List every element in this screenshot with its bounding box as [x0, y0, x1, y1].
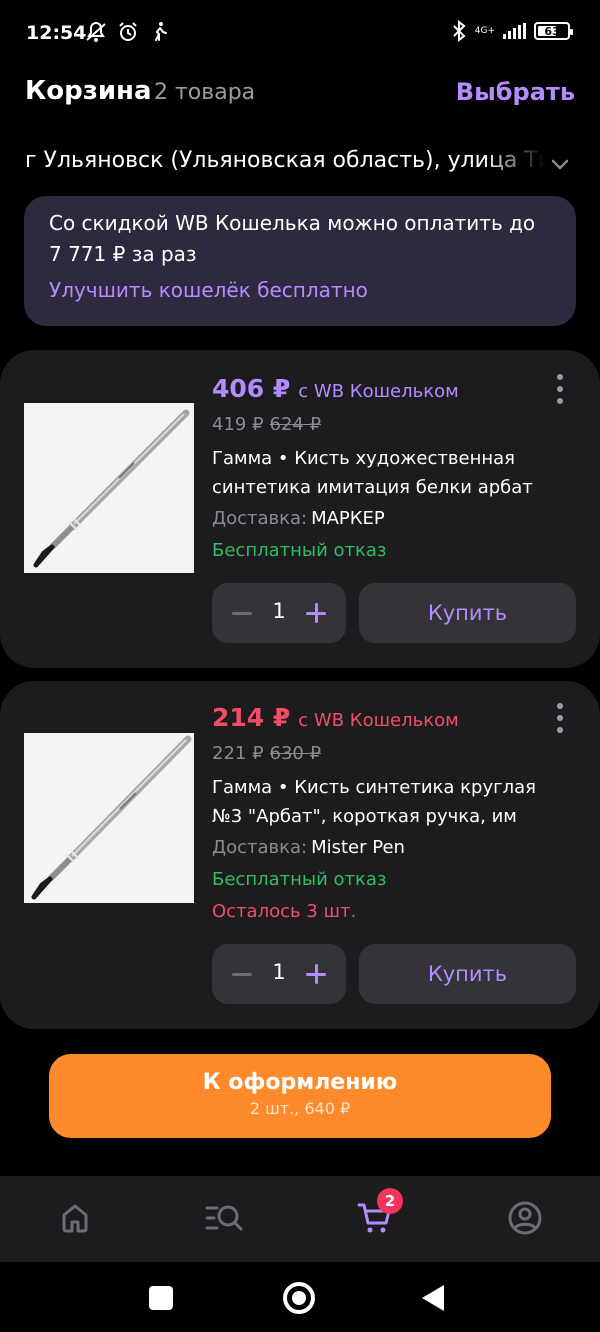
seller-name: МАРКЕР [311, 508, 385, 529]
current-price: 221 ₽ [212, 743, 264, 764]
recent-apps-button[interactable] [149, 1286, 173, 1310]
bottom-tab-bar: 2 [0, 1176, 600, 1262]
checkout-label: К оформлению [202, 1070, 398, 1095]
battery-icon: 63 [534, 22, 573, 40]
paintbrush-image [24, 403, 194, 573]
notifications-off-icon [86, 21, 106, 42]
cart-header: Корзина 2 товара Выбрать [0, 68, 600, 128]
status-icons [84, 20, 172, 44]
increase-button[interactable] [306, 603, 326, 623]
cart-item: 214 ₽ с WB Кошельком 221 ₽630 ₽ Гамма • … [0, 681, 600, 1029]
product-image[interactable] [24, 733, 194, 903]
checkout-button[interactable]: К оформлению 2 шт., 640 ₽ [49, 1054, 551, 1138]
back-button[interactable] [422, 1285, 444, 1311]
checkout-summary: 2 шт., 640 ₽ [249, 1099, 351, 1118]
delivery-label: Доставка: [212, 508, 308, 529]
cart-item: 406 ₽ с WB Кошельком 419 ₽624 ₽ Гамма • … [0, 350, 600, 668]
profile-icon [508, 1201, 542, 1235]
buy-button[interactable]: Купить [359, 583, 576, 643]
catalog-search-icon [205, 1205, 243, 1231]
price-details: 419 ₽624 ₽ [212, 414, 580, 440]
product-image[interactable] [24, 403, 194, 573]
more-options-icon[interactable] [556, 703, 564, 733]
price-row: 406 ₽ с WB Кошельком [212, 374, 580, 410]
old-price: 630 ₽ [269, 743, 322, 764]
select-button[interactable]: Выбрать [456, 78, 575, 106]
alarm-icon [119, 22, 137, 41]
product-title[interactable]: Гамма • Кисть синтетика круглая №3 "Арба… [212, 773, 562, 831]
quantity-stepper: 1 [212, 583, 346, 643]
item-info: 214 ₽ с WB Кошельком 221 ₽630 ₽ Гамма • … [212, 703, 580, 927]
current-price: 419 ₽ [212, 414, 264, 435]
wallet-label: с WB Кошельком [298, 381, 459, 402]
wallet-label: с WB Кошельком [298, 710, 459, 731]
status-bar: 12:54 4G+ 63 [0, 0, 600, 68]
home-button[interactable] [283, 1282, 315, 1314]
buy-button[interactable]: Купить [359, 944, 576, 1004]
delivery-info: Доставка: Mister Pen [212, 837, 580, 863]
wallet-price: 406 ₽ [212, 374, 291, 403]
walking-icon [155, 22, 167, 41]
more-options-icon[interactable] [556, 374, 564, 404]
paintbrush-image [24, 733, 194, 903]
delivery-info: Доставка: МАРКЕР [212, 508, 580, 534]
free-return-label: Бесплатный отказ [212, 540, 387, 561]
items-count: 2 товара [154, 80, 256, 105]
tab-home[interactable] [55, 1198, 95, 1238]
network-label: 4G+ [474, 25, 495, 36]
free-return-label: Бесплатный отказ [212, 869, 387, 890]
seller-name: Mister Pen [311, 837, 405, 858]
product-title[interactable]: Гамма • Кисть художественная синтетика и… [212, 444, 562, 502]
system-navigation-bar [0, 1262, 600, 1332]
decrease-button[interactable] [232, 612, 252, 615]
quantity-value: 1 [272, 599, 286, 623]
tab-profile[interactable] [505, 1198, 545, 1238]
wallet-price: 214 ₽ [212, 703, 291, 732]
wallet-promo-banner[interactable]: Со скидкой WB Кошелька можно оплатить до… [24, 196, 576, 326]
delivery-label: Доставка: [212, 837, 308, 858]
promo-text: Со скидкой WB Кошелька можно оплатить до… [49, 211, 536, 266]
home-icon [62, 1204, 88, 1233]
increase-button[interactable] [306, 964, 326, 984]
cart-badge: 2 [377, 1188, 403, 1214]
quantity-stepper: 1 [212, 944, 346, 1004]
item-info: 406 ₽ с WB Кошельком 419 ₽624 ₽ Гамма • … [212, 374, 580, 566]
price-row: 214 ₽ с WB Кошельком [212, 703, 580, 739]
battery-level: 63 [544, 24, 560, 38]
chevron-down-icon [551, 159, 569, 170]
tab-cart[interactable]: 2 [355, 1188, 403, 1238]
signal-icon [503, 23, 526, 39]
status-time: 12:54 [26, 22, 87, 44]
page-title: Корзина [25, 76, 152, 106]
delivery-address[interactable]: г Ульяновск (Ульяновская область), улица… [0, 140, 600, 190]
quantity-value: 1 [272, 960, 286, 984]
address-text: г Ульяновск (Ульяновская область), улица… [25, 148, 545, 173]
stock-left-label: Осталось 3 шт. [212, 901, 357, 922]
status-right: 4G+ 63 [451, 20, 573, 42]
decrease-button[interactable] [232, 973, 252, 976]
bluetooth-icon [453, 20, 466, 42]
price-details: 221 ₽630 ₽ [212, 743, 580, 769]
old-price: 624 ₽ [269, 414, 322, 435]
tab-catalog[interactable] [204, 1198, 244, 1238]
upgrade-wallet-link[interactable]: Улучшить кошелёк бесплатно [49, 278, 368, 302]
